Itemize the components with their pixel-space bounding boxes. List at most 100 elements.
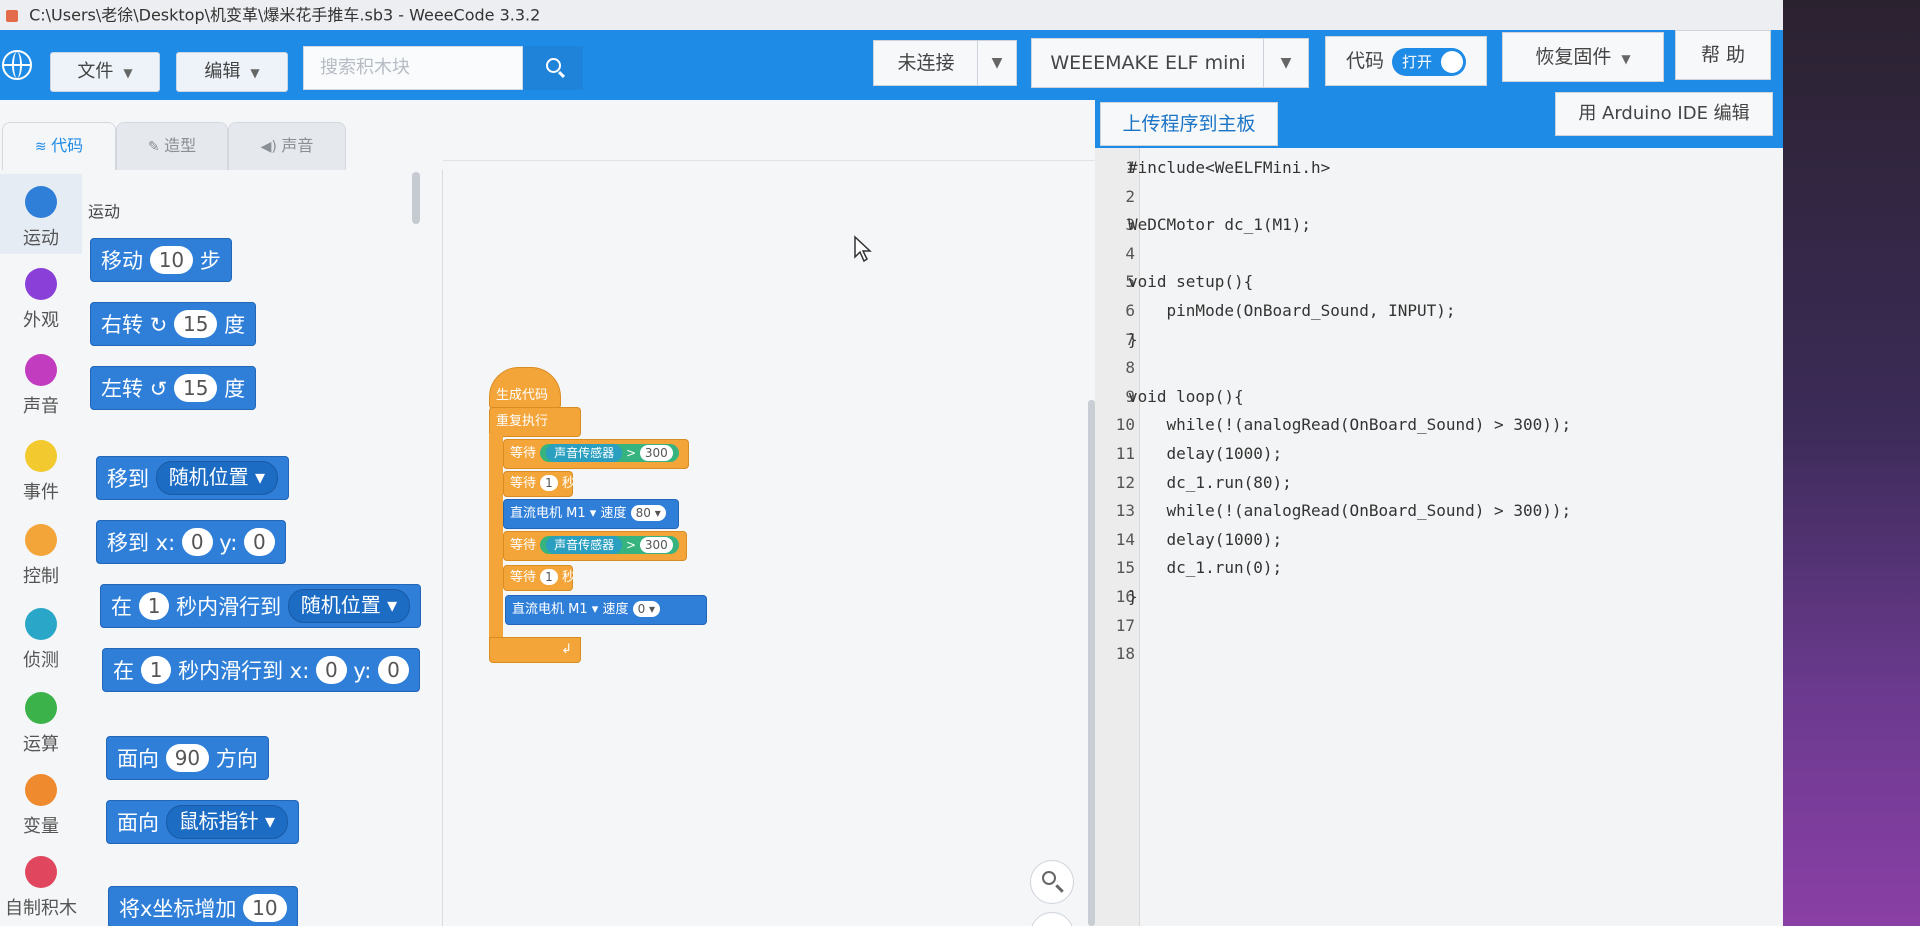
dc-motor-block[interactable]: 直流电机 M1 ▾ 速度 0 ▾ [505, 595, 707, 625]
upload-to-board-button[interactable]: 上传程序到主板 [1100, 102, 1278, 146]
category-looks[interactable]: 外观 [0, 268, 82, 332]
point-towards-block[interactable]: 面向 鼠标指针 ▾ [106, 800, 300, 844]
code-line[interactable]: } [1128, 587, 1138, 606]
block-text: 右转 [101, 313, 143, 337]
category-operators[interactable]: 运算 [0, 692, 82, 756]
category-events[interactable]: 事件 [0, 440, 82, 504]
category-my-blocks[interactable]: 自制积木 [0, 856, 82, 920]
point-target-dropdown[interactable]: 鼠标指针 ▾ [165, 805, 289, 839]
motor-port-dropdown[interactable]: M1 ▾ [568, 602, 598, 617]
speed-dropdown[interactable]: 0 ▾ [632, 601, 661, 617]
tab-costumes[interactable]: ✎ 造型 [116, 122, 228, 170]
x-input[interactable]: 0 [315, 656, 347, 684]
category-sensing[interactable]: 侦测 [0, 608, 82, 672]
code-label: 代码 [1345, 50, 1384, 72]
code-line[interactable]: #include<WeELFMini.h> [1128, 158, 1330, 177]
direction-input[interactable]: 90 [165, 744, 210, 772]
wait-seconds-block[interactable]: 等待 1 秒 [503, 565, 575, 591]
greater-than-operator[interactable]: 声音传感器 > 300 [540, 444, 679, 462]
dc-motor-block[interactable]: 直流电机 M1 ▾ 速度 80 ▾ [503, 499, 679, 529]
seconds-input[interactable]: 1 [138, 592, 170, 620]
y-input[interactable]: 0 [378, 656, 409, 684]
connection-select[interactable]: 未连接 ▼ [873, 40, 1017, 86]
code-line[interactable]: while(!(analogRead(OnBoard_Sound) > 300)… [1128, 501, 1572, 520]
edit-menu-button[interactable]: 编辑 ▼ [176, 52, 288, 92]
generate-code-hat-block[interactable]: 生成代码 [489, 367, 561, 409]
code-line[interactable]: void setup(){ [1128, 272, 1253, 291]
sensing-category-icon [25, 608, 57, 640]
block-text: 直流电机 [512, 602, 565, 617]
greater-than-operator[interactable]: 声音传感器 > 300 [540, 536, 679, 554]
chevron-down-icon[interactable]: ▼ [977, 41, 1016, 85]
code-line[interactable]: dc_1.run(0); [1128, 558, 1283, 577]
category-label: 运动 [23, 228, 59, 249]
chevron-down-icon[interactable]: ▼ [1263, 39, 1308, 87]
motion-category-icon [25, 186, 57, 218]
code-line[interactable]: dc_1.run(80); [1128, 473, 1292, 492]
category-control[interactable]: 控制 [0, 524, 82, 588]
block-text: 等待 [510, 446, 537, 461]
device-select[interactable]: WEEEMAKE ELF mini ▼ [1031, 38, 1309, 88]
move-steps-block[interactable]: 移动 10 步 [90, 238, 232, 282]
goto-block[interactable]: 移到 随机位置 ▾ [96, 456, 290, 500]
help-button[interactable]: 帮 助 [1675, 30, 1771, 80]
code-line[interactable]: delay(1000); [1128, 530, 1283, 549]
speed-dropdown[interactable]: 80 ▾ [630, 505, 666, 521]
glide-to-block[interactable]: 在 1 秒内滑行到 随机位置 ▾ [100, 584, 422, 628]
goto-xy-block[interactable]: 移到 x: 0 y: 0 [96, 520, 286, 564]
threshold-input[interactable]: 300 [639, 445, 673, 461]
category-sound[interactable]: 声音 [0, 354, 82, 418]
turn-left-block[interactable]: 左转 ↺ 15 度 [90, 366, 257, 410]
sound-sensor-reporter[interactable]: 声音传感器 [546, 444, 623, 462]
code-line[interactable]: pinMode(OnBoard_Sound, INPUT); [1128, 301, 1456, 320]
palette-scrollbar[interactable] [412, 172, 420, 224]
seconds-input[interactable]: 1 [140, 656, 172, 684]
code-line[interactable]: delay(1000); [1128, 444, 1283, 463]
sound-sensor-reporter[interactable]: 声音传感器 [546, 536, 623, 554]
seconds-input[interactable]: 1 [540, 569, 558, 585]
code-line[interactable]: void loop(){ [1128, 387, 1244, 406]
degrees-input[interactable]: 15 [173, 374, 218, 402]
tab-code[interactable]: ≋ 代码 [2, 122, 116, 172]
file-menu-button[interactable]: 文件 ▼ [50, 52, 160, 92]
change-x-block[interactable]: 将x坐标增加 10 [108, 886, 298, 926]
block-text: 步 [199, 249, 221, 273]
code-view-toggle[interactable]: 代码 打开 [1325, 36, 1487, 86]
code-toggle-switch[interactable]: 打开 [1392, 47, 1466, 76]
x-input[interactable]: 0 [181, 528, 213, 556]
zoom-in-icon[interactable] [1030, 860, 1074, 904]
code-line[interactable]: WeDCMotor dc_1(M1); [1128, 215, 1311, 234]
point-direction-block[interactable]: 面向 90 方向 [106, 736, 269, 780]
seconds-input[interactable]: 1 [540, 475, 558, 491]
wait-until-block[interactable]: 等待 声音传感器 > 300 [503, 531, 687, 561]
code-line[interactable]: } [1128, 330, 1138, 349]
block-text: 方向 [215, 747, 258, 771]
edit-in-arduino-ide-button[interactable]: 用 Arduino IDE 编辑 [1555, 92, 1773, 136]
y-input[interactable]: 0 [243, 528, 275, 556]
script-workspace[interactable]: 生成代码 重复执行 ↲ 等待 声音传感器 > 300 等待 1 秒 直流电机 M… [443, 160, 1095, 926]
code-line[interactable]: while(!(analogRead(OnBoard_Sound) > 300)… [1128, 415, 1572, 434]
goto-target-dropdown[interactable]: 随机位置 ▾ [155, 461, 279, 495]
motor-port-dropdown[interactable]: M1 ▾ [566, 506, 596, 521]
weeecode-window: C:\Users\老徐\Desktop\机变革\爆米花手推车.sb3 - Wee… [0, 0, 1783, 926]
change-x-input[interactable]: 10 [243, 894, 287, 922]
tab-sounds[interactable]: ◀) 声音 [228, 122, 346, 170]
search-button[interactable] [523, 46, 583, 90]
language-globe-icon[interactable] [2, 50, 32, 80]
glide-target-dropdown[interactable]: 随机位置 ▾ [287, 589, 411, 623]
degrees-input[interactable]: 15 [173, 310, 218, 338]
control-category-icon [25, 524, 57, 556]
block-text: 等待 [510, 570, 537, 585]
restore-firmware-button[interactable]: 恢复固件 ▼ [1502, 32, 1664, 82]
wait-until-block[interactable]: 等待 声音传感器 > 300 [503, 439, 689, 469]
category-motion[interactable]: 运动 [0, 174, 82, 254]
category-variables[interactable]: 变量 [0, 774, 82, 838]
threshold-input[interactable]: 300 [639, 537, 673, 553]
block-search-input[interactable]: 搜索积木块 [303, 46, 523, 90]
turn-right-block[interactable]: 右转 ↻ 15 度 [90, 302, 257, 346]
glide-to-xy-block[interactable]: 在 1 秒内滑行到 x: 0 y: 0 [102, 648, 420, 692]
block-text: 速度 [600, 506, 627, 521]
steps-input[interactable]: 10 [149, 246, 194, 274]
wait-seconds-block[interactable]: 等待 1 秒 [503, 471, 575, 497]
workspace-scrollbar[interactable] [1088, 400, 1095, 926]
